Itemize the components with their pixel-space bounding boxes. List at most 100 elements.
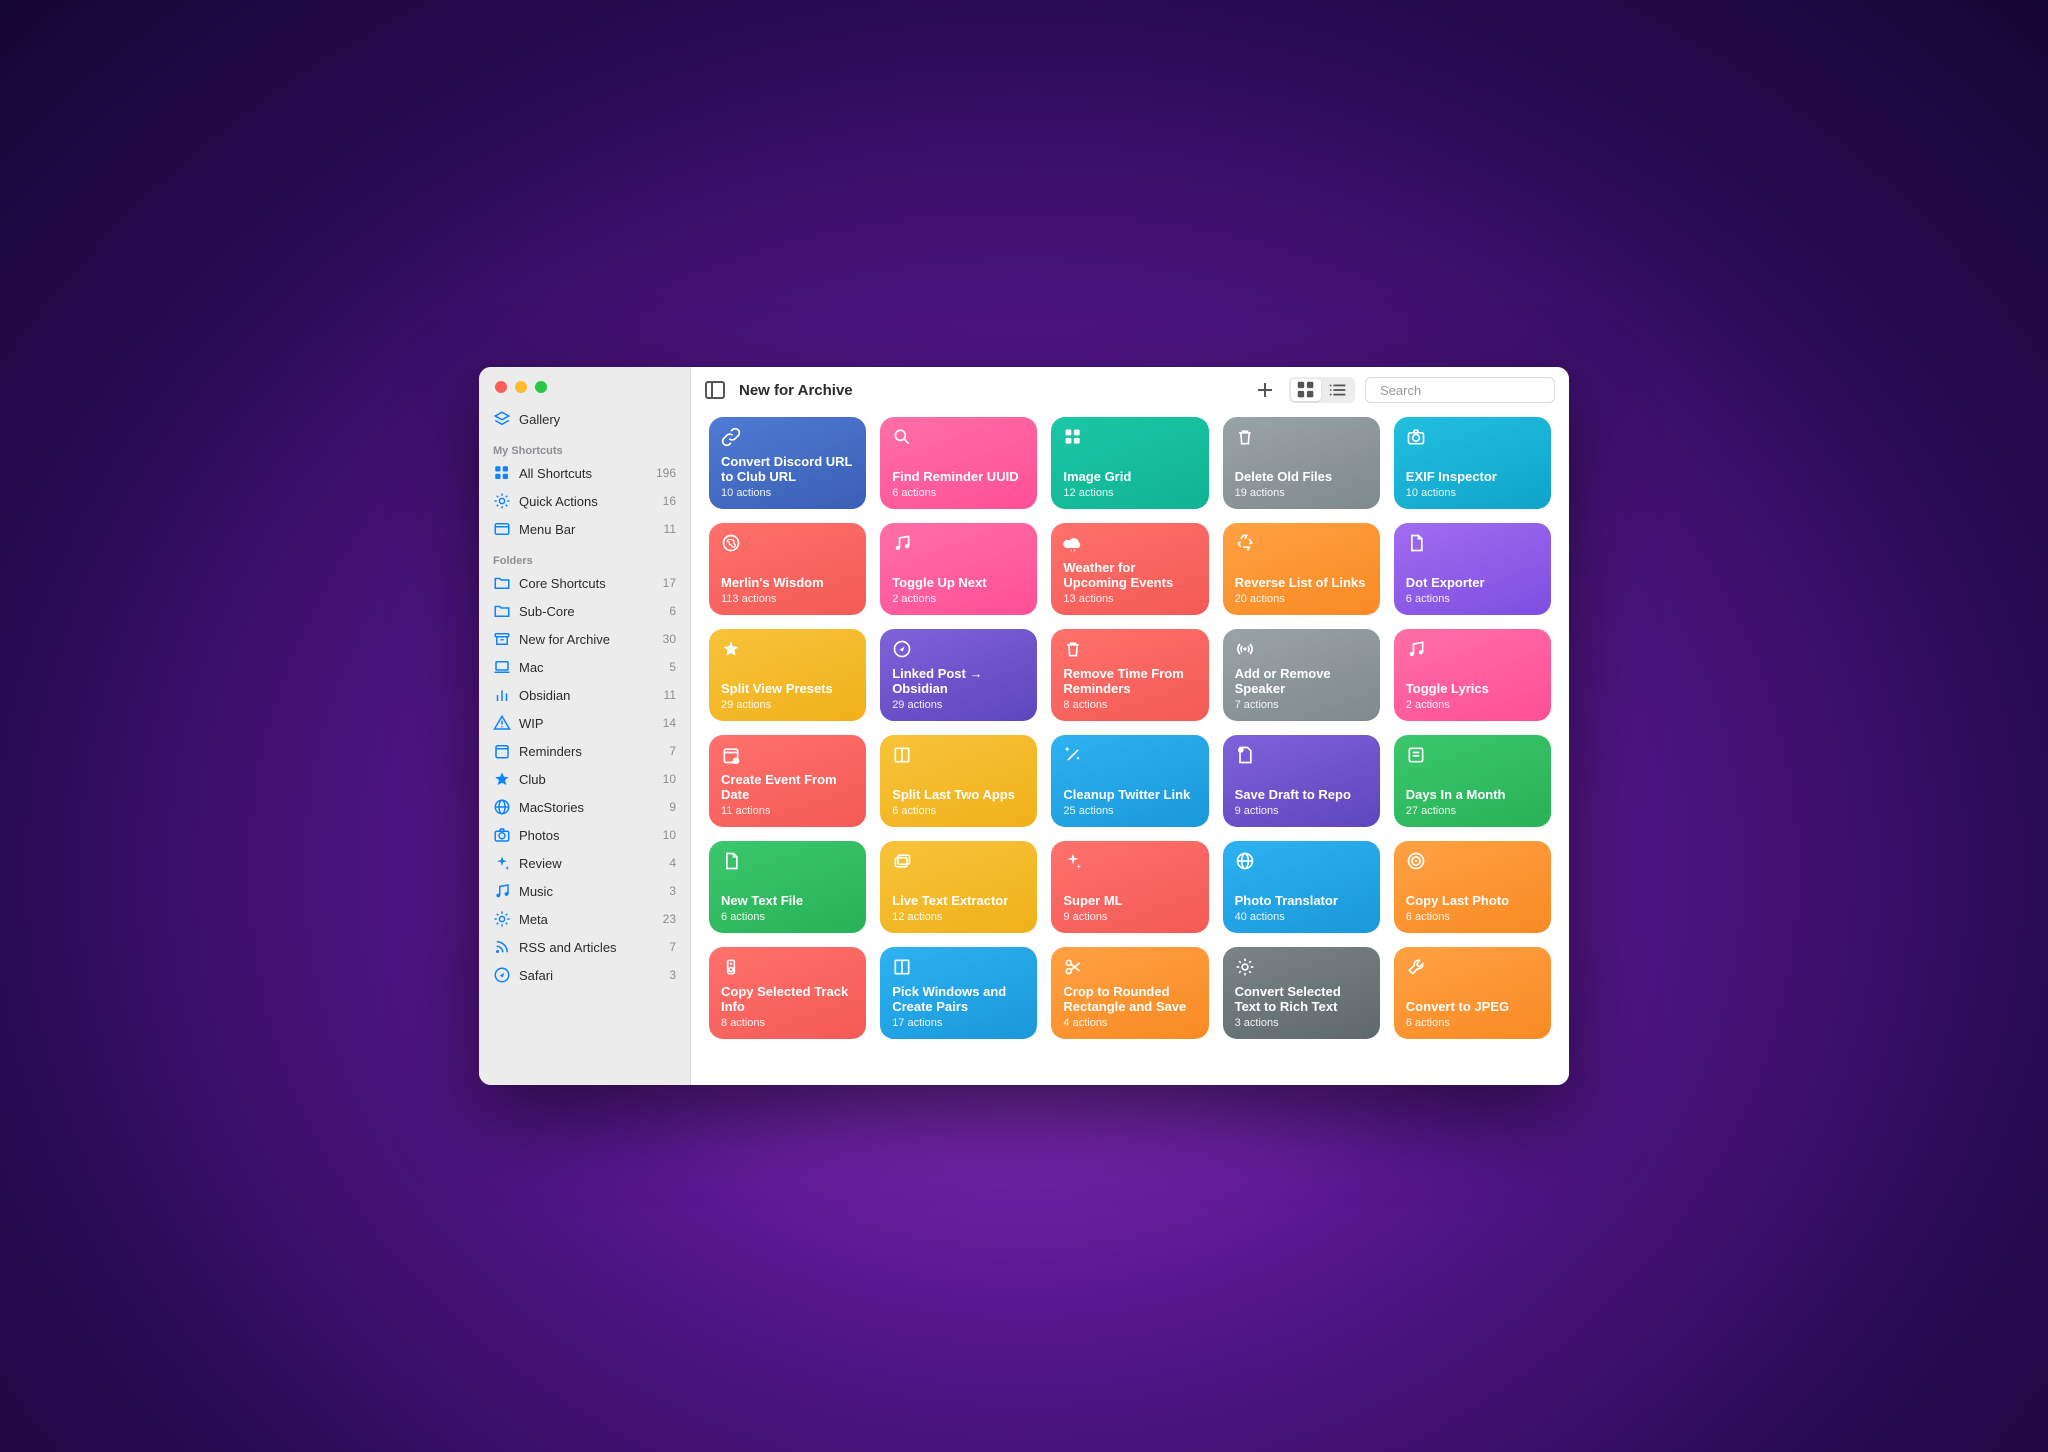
shortcut-title: Dot Exporter bbox=[1406, 575, 1539, 591]
shortcut-card[interactable]: Split Last Two Apps 6 actions bbox=[880, 735, 1037, 827]
page-badge-icon bbox=[1235, 745, 1255, 765]
shortcut-title: Super ML bbox=[1063, 893, 1196, 909]
shortcut-title: Live Text Extractor bbox=[892, 893, 1025, 909]
shortcut-action-count: 29 actions bbox=[721, 699, 854, 711]
wand-icon bbox=[1063, 745, 1083, 765]
shortcut-action-count: 113 actions bbox=[721, 593, 854, 605]
shortcut-action-count: 29 actions bbox=[892, 699, 1025, 711]
shortcut-action-count: 7 actions bbox=[1235, 699, 1368, 711]
stack-icon bbox=[892, 851, 912, 871]
shortcut-action-count: 2 actions bbox=[1406, 699, 1539, 711]
wrench-icon bbox=[1406, 957, 1426, 977]
shortcut-title: Toggle Up Next bbox=[892, 575, 1025, 591]
shortcut-card[interactable]: Crop to Rounded Rectangle and Save 4 act… bbox=[1051, 947, 1208, 1039]
shortcut-title: Merlin's Wisdom bbox=[721, 575, 854, 591]
calendar-add-icon bbox=[721, 745, 741, 765]
document-icon bbox=[1406, 533, 1426, 553]
shortcut-card[interactable]: EXIF Inspector 10 actions bbox=[1394, 417, 1551, 509]
shortcut-card[interactable]: Reverse List of Links 20 actions bbox=[1223, 523, 1380, 615]
shortcut-card[interactable]: Toggle Up Next 2 actions bbox=[880, 523, 1037, 615]
shortcut-card[interactable]: Linked Post → Obsidian 29 actions bbox=[880, 629, 1037, 721]
shortcut-card[interactable]: Toggle Lyrics 2 actions bbox=[1394, 629, 1551, 721]
shortcut-title: Days In a Month bbox=[1406, 787, 1539, 803]
shortcut-title: Weather for Upcoming Events bbox=[1063, 560, 1196, 591]
shortcut-card[interactable]: Find Reminder UUID 6 actions bbox=[880, 417, 1037, 509]
shortcut-action-count: 8 actions bbox=[1063, 699, 1196, 711]
gear-icon bbox=[1235, 957, 1255, 977]
shortcut-action-count: 6 actions bbox=[1406, 1017, 1539, 1029]
shortcut-action-count: 9 actions bbox=[1235, 805, 1368, 817]
shortcut-card[interactable]: Image Grid 12 actions bbox=[1051, 417, 1208, 509]
document-icon bbox=[721, 851, 741, 871]
shortcut-action-count: 13 actions bbox=[1063, 593, 1196, 605]
shortcut-title: Image Grid bbox=[1063, 469, 1196, 485]
shortcut-title: Add or Remove Speaker bbox=[1235, 666, 1368, 697]
shortcut-card[interactable]: Weather for Upcoming Events 13 actions bbox=[1051, 523, 1208, 615]
shortcut-title: Split View Presets bbox=[721, 681, 854, 697]
shortcut-title: Copy Selected Track Info bbox=[721, 984, 854, 1015]
book-icon bbox=[892, 957, 912, 977]
globe-icon bbox=[1235, 851, 1255, 871]
shortcut-title: Cleanup Twitter Link bbox=[1063, 787, 1196, 803]
shortcut-action-count: 8 actions bbox=[721, 1017, 854, 1029]
music-icon bbox=[1406, 639, 1426, 659]
shortcut-action-count: 10 actions bbox=[721, 487, 854, 499]
compass-icon bbox=[892, 639, 912, 659]
shortcut-action-count: 6 actions bbox=[1406, 911, 1539, 923]
shortcut-card[interactable]: New Text File 6 actions bbox=[709, 841, 866, 933]
shortcut-title: Copy Last Photo bbox=[1406, 893, 1539, 909]
shortcut-action-count: 27 actions bbox=[1406, 805, 1539, 817]
shortcut-card[interactable]: Photo Translator 40 actions bbox=[1223, 841, 1380, 933]
shortcut-card[interactable]: Cleanup Twitter Link 25 actions bbox=[1051, 735, 1208, 827]
star-icon bbox=[721, 639, 741, 659]
target-icon bbox=[1406, 851, 1426, 871]
shortcut-card[interactable]: Super ML 9 actions bbox=[1051, 841, 1208, 933]
shortcut-card[interactable]: Delete Old Files 19 actions bbox=[1223, 417, 1380, 509]
shortcut-card[interactable]: Merlin's Wisdom 113 actions bbox=[709, 523, 866, 615]
shortcut-card[interactable]: Convert to JPEG 6 actions bbox=[1394, 947, 1551, 1039]
shortcut-action-count: 17 actions bbox=[892, 1017, 1025, 1029]
shortcut-title: EXIF Inspector bbox=[1406, 469, 1539, 485]
shortcut-card[interactable]: Create Event From Date 11 actions bbox=[709, 735, 866, 827]
shortcut-card[interactable]: Pick Windows and Create Pairs 17 actions bbox=[880, 947, 1037, 1039]
shortcut-card[interactable]: Convert Selected Text to Rich Text 3 act… bbox=[1223, 947, 1380, 1039]
shortcut-card[interactable]: Dot Exporter 6 actions bbox=[1394, 523, 1551, 615]
shortcut-action-count: 3 actions bbox=[1235, 1017, 1368, 1029]
scissors-icon bbox=[1063, 957, 1083, 977]
shortcut-action-count: 40 actions bbox=[1235, 911, 1368, 923]
shortcut-action-count: 12 actions bbox=[892, 911, 1025, 923]
shortcut-action-count: 9 actions bbox=[1063, 911, 1196, 923]
shortcut-action-count: 6 actions bbox=[892, 487, 1025, 499]
shortcut-action-count: 6 actions bbox=[892, 805, 1025, 817]
shortcut-action-count: 20 actions bbox=[1235, 593, 1368, 605]
camera-icon bbox=[1406, 427, 1426, 447]
shortcut-title: Delete Old Files bbox=[1235, 469, 1368, 485]
sparkle-icon bbox=[1063, 851, 1083, 871]
shortcut-card[interactable]: Copy Selected Track Info 8 actions bbox=[709, 947, 866, 1039]
shortcut-card[interactable]: Live Text Extractor 12 actions bbox=[880, 841, 1037, 933]
shortcut-card[interactable]: Copy Last Photo 6 actions bbox=[1394, 841, 1551, 933]
shortcut-title: Convert to JPEG bbox=[1406, 999, 1539, 1015]
note-icon bbox=[1406, 745, 1426, 765]
shortcut-card[interactable]: Convert Discord URL to Club URL 10 actio… bbox=[709, 417, 866, 509]
shortcut-title: Find Reminder UUID bbox=[892, 469, 1025, 485]
shortcut-action-count: 4 actions bbox=[1063, 1017, 1196, 1029]
shortcut-card[interactable]: Add or Remove Speaker 7 actions bbox=[1223, 629, 1380, 721]
trash-icon bbox=[1063, 639, 1083, 659]
shortcut-title: New Text File bbox=[721, 893, 854, 909]
shortcut-card[interactable]: Save Draft to Repo 9 actions bbox=[1223, 735, 1380, 827]
shortcut-card[interactable]: Remove Time From Reminders 8 actions bbox=[1051, 629, 1208, 721]
search-icon bbox=[892, 427, 912, 447]
shortcut-card[interactable]: Split View Presets 29 actions bbox=[709, 629, 866, 721]
shortcut-title: Reverse List of Links bbox=[1235, 575, 1368, 591]
shortcut-title: Split Last Two Apps bbox=[892, 787, 1025, 803]
trash-icon bbox=[1235, 427, 1255, 447]
shortcut-action-count: 19 actions bbox=[1235, 487, 1368, 499]
shortcut-action-count: 6 actions bbox=[721, 911, 854, 923]
shortcut-title: Convert Discord URL to Club URL bbox=[721, 454, 854, 485]
music-icon bbox=[892, 533, 912, 553]
recycle-icon bbox=[1235, 533, 1255, 553]
shortcut-action-count: 25 actions bbox=[1063, 805, 1196, 817]
shortcut-card[interactable]: Days In a Month 27 actions bbox=[1394, 735, 1551, 827]
shortcut-title: Pick Windows and Create Pairs bbox=[892, 984, 1025, 1015]
